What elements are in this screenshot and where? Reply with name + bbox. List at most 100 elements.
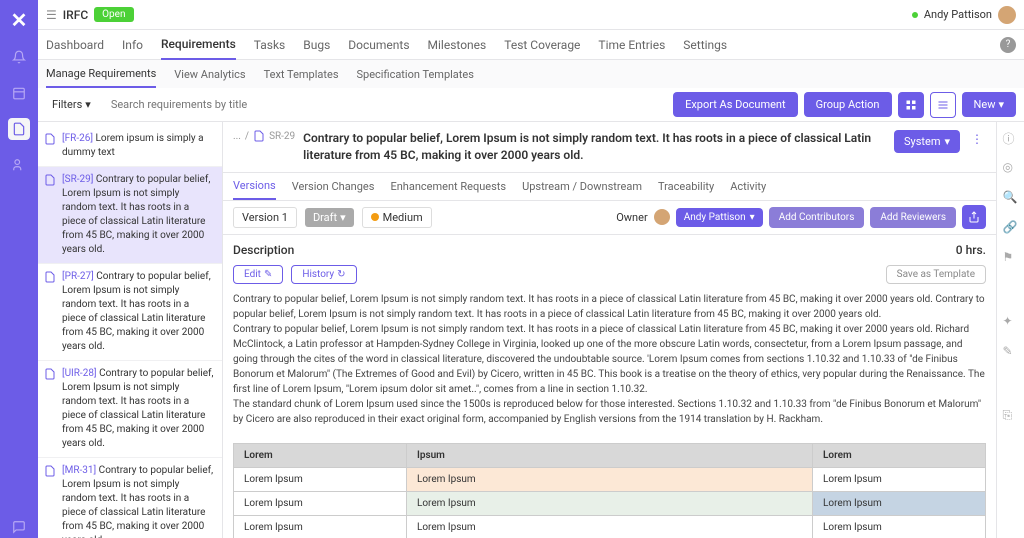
edit-button[interactable]: Edit ✎ <box>233 265 283 284</box>
avatar[interactable] <box>998 6 1016 24</box>
main-tab-settings[interactable]: Settings <box>683 30 727 60</box>
left-nav: ✕ <box>0 0 38 538</box>
more-icon[interactable]: ⋮ <box>968 130 986 148</box>
sub-tab-view-analytics[interactable]: View Analytics <box>174 60 245 88</box>
main-tab-info[interactable]: Info <box>122 30 143 60</box>
owner-dropdown[interactable]: Andy Pattison ▾ <box>676 208 763 227</box>
table-header: Ipsum <box>406 443 812 467</box>
online-status-dot <box>912 12 918 18</box>
search-icon[interactable]: 🔍 <box>1003 190 1019 206</box>
info-icon[interactable]: ⓘ <box>1003 130 1019 146</box>
table-cell: Lorem Ipsum <box>234 467 407 491</box>
description-body: Contrary to popular belief, Lorem Ipsum … <box>233 292 986 427</box>
main-tab-milestones[interactable]: Milestones <box>428 30 487 60</box>
status-badge: Open <box>94 7 133 22</box>
requirement-item[interactable]: [SR-29] Contrary to popular belief, Lore… <box>38 167 222 264</box>
sub-tab-manage-requirements[interactable]: Manage Requirements <box>46 60 156 88</box>
link-icon[interactable]: 🔗 <box>1003 220 1019 236</box>
toolbar: Filters ▾ Export As Document Group Actio… <box>38 88 1024 122</box>
requirement-item[interactable]: [PR-27] Contrary to popular belief, Lore… <box>38 264 222 361</box>
detail-title: Contrary to popular belief, Lorem Ipsum … <box>303 130 886 164</box>
breadcrumb[interactable]: ... / SR-29 <box>233 130 295 142</box>
requirement-item[interactable]: [UIR-28] Contrary to popular belief, Lor… <box>38 361 222 458</box>
sub-tab-specification-templates[interactable]: Specification Templates <box>357 60 474 88</box>
target-icon[interactable]: ◎ <box>1003 160 1019 176</box>
main-tabs: Dashboard Info Requirements Tasks Bugs Docume… <box>38 30 1024 60</box>
table-cell: Lorem Ipsum <box>406 491 812 515</box>
table-header: Lorem <box>234 443 407 467</box>
nav-bell-icon[interactable] <box>8 46 30 68</box>
help-icon[interactable]: ? <box>1000 37 1016 53</box>
owner-label: Owner <box>616 211 647 224</box>
save-template-button[interactable]: Save as Template <box>886 265 986 284</box>
view-list-icon[interactable] <box>930 92 956 118</box>
app-logo: ✕ <box>11 8 28 32</box>
view-grid-icon[interactable] <box>898 92 924 118</box>
share-icon[interactable] <box>962 205 986 229</box>
chevron-down-icon: ▾ <box>85 98 91 111</box>
detail-tab-activity[interactable]: Activity <box>730 172 766 200</box>
table-cell: Lorem Ipsum <box>813 515 986 538</box>
system-dropdown[interactable]: System ▾ <box>894 130 960 153</box>
search-input[interactable] <box>105 94 285 115</box>
detail-tab-version-changes[interactable]: Version Changes <box>292 172 375 200</box>
new-button[interactable]: New ▾ <box>962 92 1016 117</box>
main-tab-tasks[interactable]: Tasks <box>254 30 286 60</box>
filters-button[interactable]: Filters ▾ <box>46 94 97 115</box>
table-header: Lorem <box>813 443 986 467</box>
main-tab-bugs[interactable]: Bugs <box>303 30 330 60</box>
doc-icon <box>44 465 56 477</box>
table-cell: Lorem Ipsum <box>234 491 407 515</box>
sub-tab-text-templates[interactable]: Text Templates <box>264 60 339 88</box>
doc-icon <box>253 130 265 142</box>
group-action-button[interactable]: Group Action <box>804 92 892 117</box>
main-tab-dashboard[interactable]: Dashboard <box>46 30 104 60</box>
nav-users-icon[interactable] <box>8 154 30 176</box>
draft-pill[interactable]: Draft ▾ <box>305 208 354 227</box>
priority-dot-icon <box>371 213 379 221</box>
main-tab-time-entries[interactable]: Time Entries <box>598 30 665 60</box>
detail-tab-traceability[interactable]: Traceability <box>658 172 714 200</box>
priority-pill[interactable]: Medium <box>362 207 432 228</box>
project-code: IRFC <box>63 8 88 22</box>
project-icon: ☰ <box>46 8 57 22</box>
description-table: LoremIpsumLorem Lorem IpsumLorem IpsumLo… <box>233 443 986 538</box>
edit-icon[interactable]: ✎ <box>1003 344 1019 360</box>
detail-tabs: Versions Version Changes Enhancement Reque… <box>223 173 996 201</box>
nav-calendar-icon[interactable] <box>8 82 30 104</box>
history-button[interactable]: History ↻ <box>291 265 356 284</box>
requirement-detail: ... / SR-29 Contrary to popular belief, … <box>223 122 996 538</box>
version-pill[interactable]: Version 1 <box>233 207 297 228</box>
export-icon[interactable]: ⎘ <box>1003 408 1019 424</box>
table-cell: Lorem Ipsum <box>813 467 986 491</box>
requirement-item[interactable]: [MR-31] Contrary to popular belief, Lore… <box>38 458 222 538</box>
detail-meta: Version 1 Draft ▾ Medium Owner Andy Patt… <box>223 201 996 235</box>
doc-icon <box>44 174 56 186</box>
owner-avatar <box>654 209 670 225</box>
user-name[interactable]: Andy Pattison <box>924 8 992 21</box>
description-label: Description <box>233 243 294 257</box>
main-tab-test-coverage[interactable]: Test Coverage <box>504 30 580 60</box>
detail-tab-upstream-downstream[interactable]: Upstream / Downstream <box>522 172 642 200</box>
wand-icon[interactable]: ✦ <box>1003 314 1019 330</box>
detail-tab-enhancement-requests[interactable]: Enhancement Requests <box>390 172 506 200</box>
table-cell: Lorem Ipsum <box>406 515 812 538</box>
add-contributors-button[interactable]: Add Contributors <box>769 207 865 228</box>
export-button[interactable]: Export As Document <box>673 92 798 117</box>
main-tab-requirements[interactable]: Requirements <box>161 30 236 60</box>
right-toolbar: ⓘ ◎ 🔍 🔗 ⚑ ✦ ✎ ⎘ <box>996 122 1024 538</box>
doc-icon <box>44 133 56 145</box>
detail-tab-versions[interactable]: Versions <box>233 172 276 200</box>
doc-icon <box>44 271 56 283</box>
doc-icon <box>44 368 56 380</box>
main-tab-documents[interactable]: Documents <box>348 30 409 60</box>
tag-icon[interactable]: ⚑ <box>1003 250 1019 266</box>
requirement-item[interactable]: [FR-26] Lorem ipsum is simply a dummy te… <box>38 126 222 167</box>
nav-requirements-icon[interactable] <box>8 118 30 140</box>
nav-chat-icon[interactable] <box>8 516 30 538</box>
table-cell: Lorem Ipsum <box>234 515 407 538</box>
sub-tabs: Manage Requirements View Analytics Text Te… <box>38 60 1024 88</box>
topbar: ☰ IRFC Open Andy Pattison <box>38 0 1024 30</box>
add-reviewers-button[interactable]: Add Reviewers <box>870 207 956 228</box>
requirements-list: [FR-26] Lorem ipsum is simply a dummy te… <box>38 122 223 538</box>
